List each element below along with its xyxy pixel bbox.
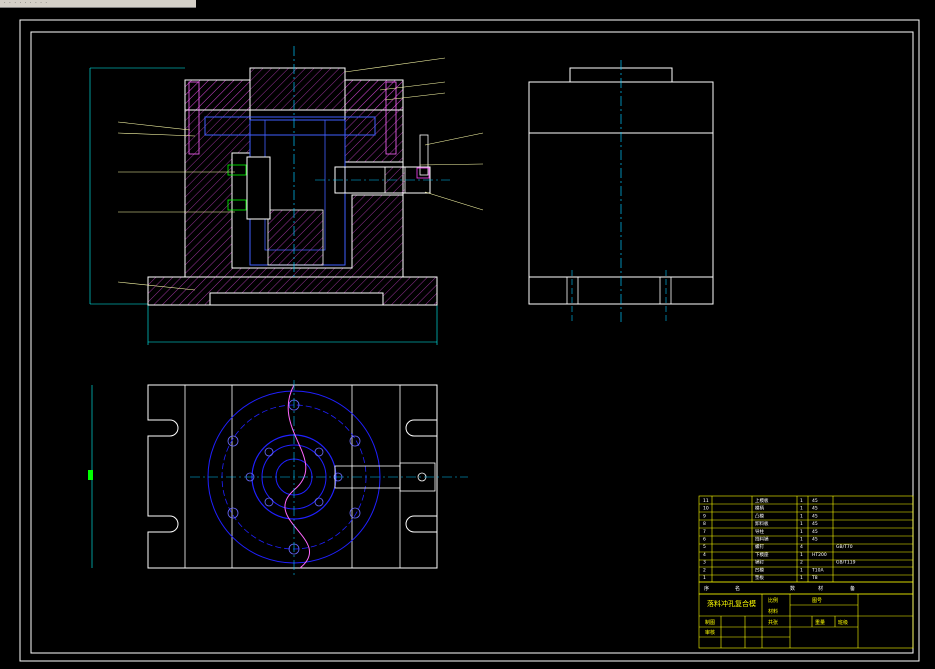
bom-cell-name: 模柄 [755,505,764,512]
bom-cell-mat: 45 [812,506,818,512]
bom-cell-qty: 1 [800,552,803,558]
bom-cell-name: 垫板 [755,574,764,581]
front-section-view[interactable] [89,46,484,345]
label-school: 班级 [838,619,848,626]
label-scale: 重量 [815,619,825,626]
bom-cell-qty: 1 [800,567,803,573]
bom-cell-no: 11 [703,498,709,504]
bom-header-note: 备 [850,585,855,592]
bom-cell-name: 螺钉 [755,543,764,550]
bom-header-name: 名 [735,585,740,592]
bom-cell-mat: 45 [812,529,818,535]
bom-cell-no: 4 [703,552,706,558]
outer-border [19,19,920,662]
label-ratio: 比例 [768,597,778,604]
label-drawn: 制图 [705,619,715,626]
bom-cell-qty: 1 [800,498,803,504]
label-material: 材料 [768,608,778,615]
bom-cell-no: 10 [703,506,709,512]
bom-cell-name: 上模板 [755,497,769,504]
bom-cell-qty: 1 [800,537,803,543]
bom-cell-name: 凹模 [755,566,764,573]
side-view[interactable] [528,60,714,322]
bom-cell-mat: 45 [812,521,818,527]
bom-cell-no: 8 [703,521,706,527]
label-count: 共张 [768,619,778,626]
bom-cell-qty: 1 [800,575,803,581]
bom-rows: 11 上模板 1 4510 模柄 1 459 凸模 1 458 卸料板 1 457 导柱 1 456 挡料销 1 4… [703,497,856,581]
label-sheet: 图号 [812,598,822,604]
bom-cell-qty: 1 [800,513,803,519]
bom-cell-mat: T10A [811,567,824,573]
bom-cell-no: 6 [703,537,706,543]
label-checked: 审核 [705,629,715,636]
bom-cell-note: GB/T70 [836,544,853,550]
bom-cell-name: 卸料板 [755,520,769,527]
bom-cell-qty: 1 [800,529,803,535]
bom-cell-note: GB/T119 [836,560,856,566]
bom-cell-qty: 4 [800,544,803,550]
bom-cell-no: 2 [703,567,706,573]
bom-cell-name: 挡料销 [755,536,769,543]
bom-cell-qty: 2 [800,560,803,566]
bom-cell-no: 1 [703,575,706,581]
window-tab-strip[interactable]: · · · · · · · · · [0,0,196,8]
bom-cell-name: 导柱 [755,528,764,535]
bom-cell-name: 下模座 [755,551,769,558]
drawing-title: 落料冲孔复合模 [707,599,756,608]
bom-header-mat: 材 [818,585,823,592]
bom-cell-mat: 45 [812,498,818,504]
bom-cell-qty: 1 [800,521,803,527]
bom-cell-no: 9 [703,513,706,519]
bom-cell-qty: 1 [800,506,803,512]
bom-cell-no: 3 [703,560,706,566]
bom-cell-no: 5 [703,544,706,550]
bom-header-no: 序 [704,585,709,592]
tab-text: · · · · · · · · · [4,0,49,6]
bom-cell-name: 销钉 [755,559,764,566]
bom-cell-name: 凸模 [755,512,764,519]
top-view[interactable] [88,380,468,575]
bom-cell-mat: 45 [812,513,818,519]
bom-cell-mat: 45 [812,537,818,543]
cad-drawing-canvas[interactable]: 11 上模板 1 4510 模柄 1 459 凸模 1 458 卸料板 1 457 导柱 1 456 挡料销 1 4… [0,8,935,669]
bom-cell-no: 7 [703,529,706,535]
bom-cell-mat: T8 [811,575,818,581]
bom-header-qty: 数 [790,585,795,592]
bill-of-materials[interactable] [698,495,914,649]
bom-cell-mat: HT200 [812,552,827,558]
